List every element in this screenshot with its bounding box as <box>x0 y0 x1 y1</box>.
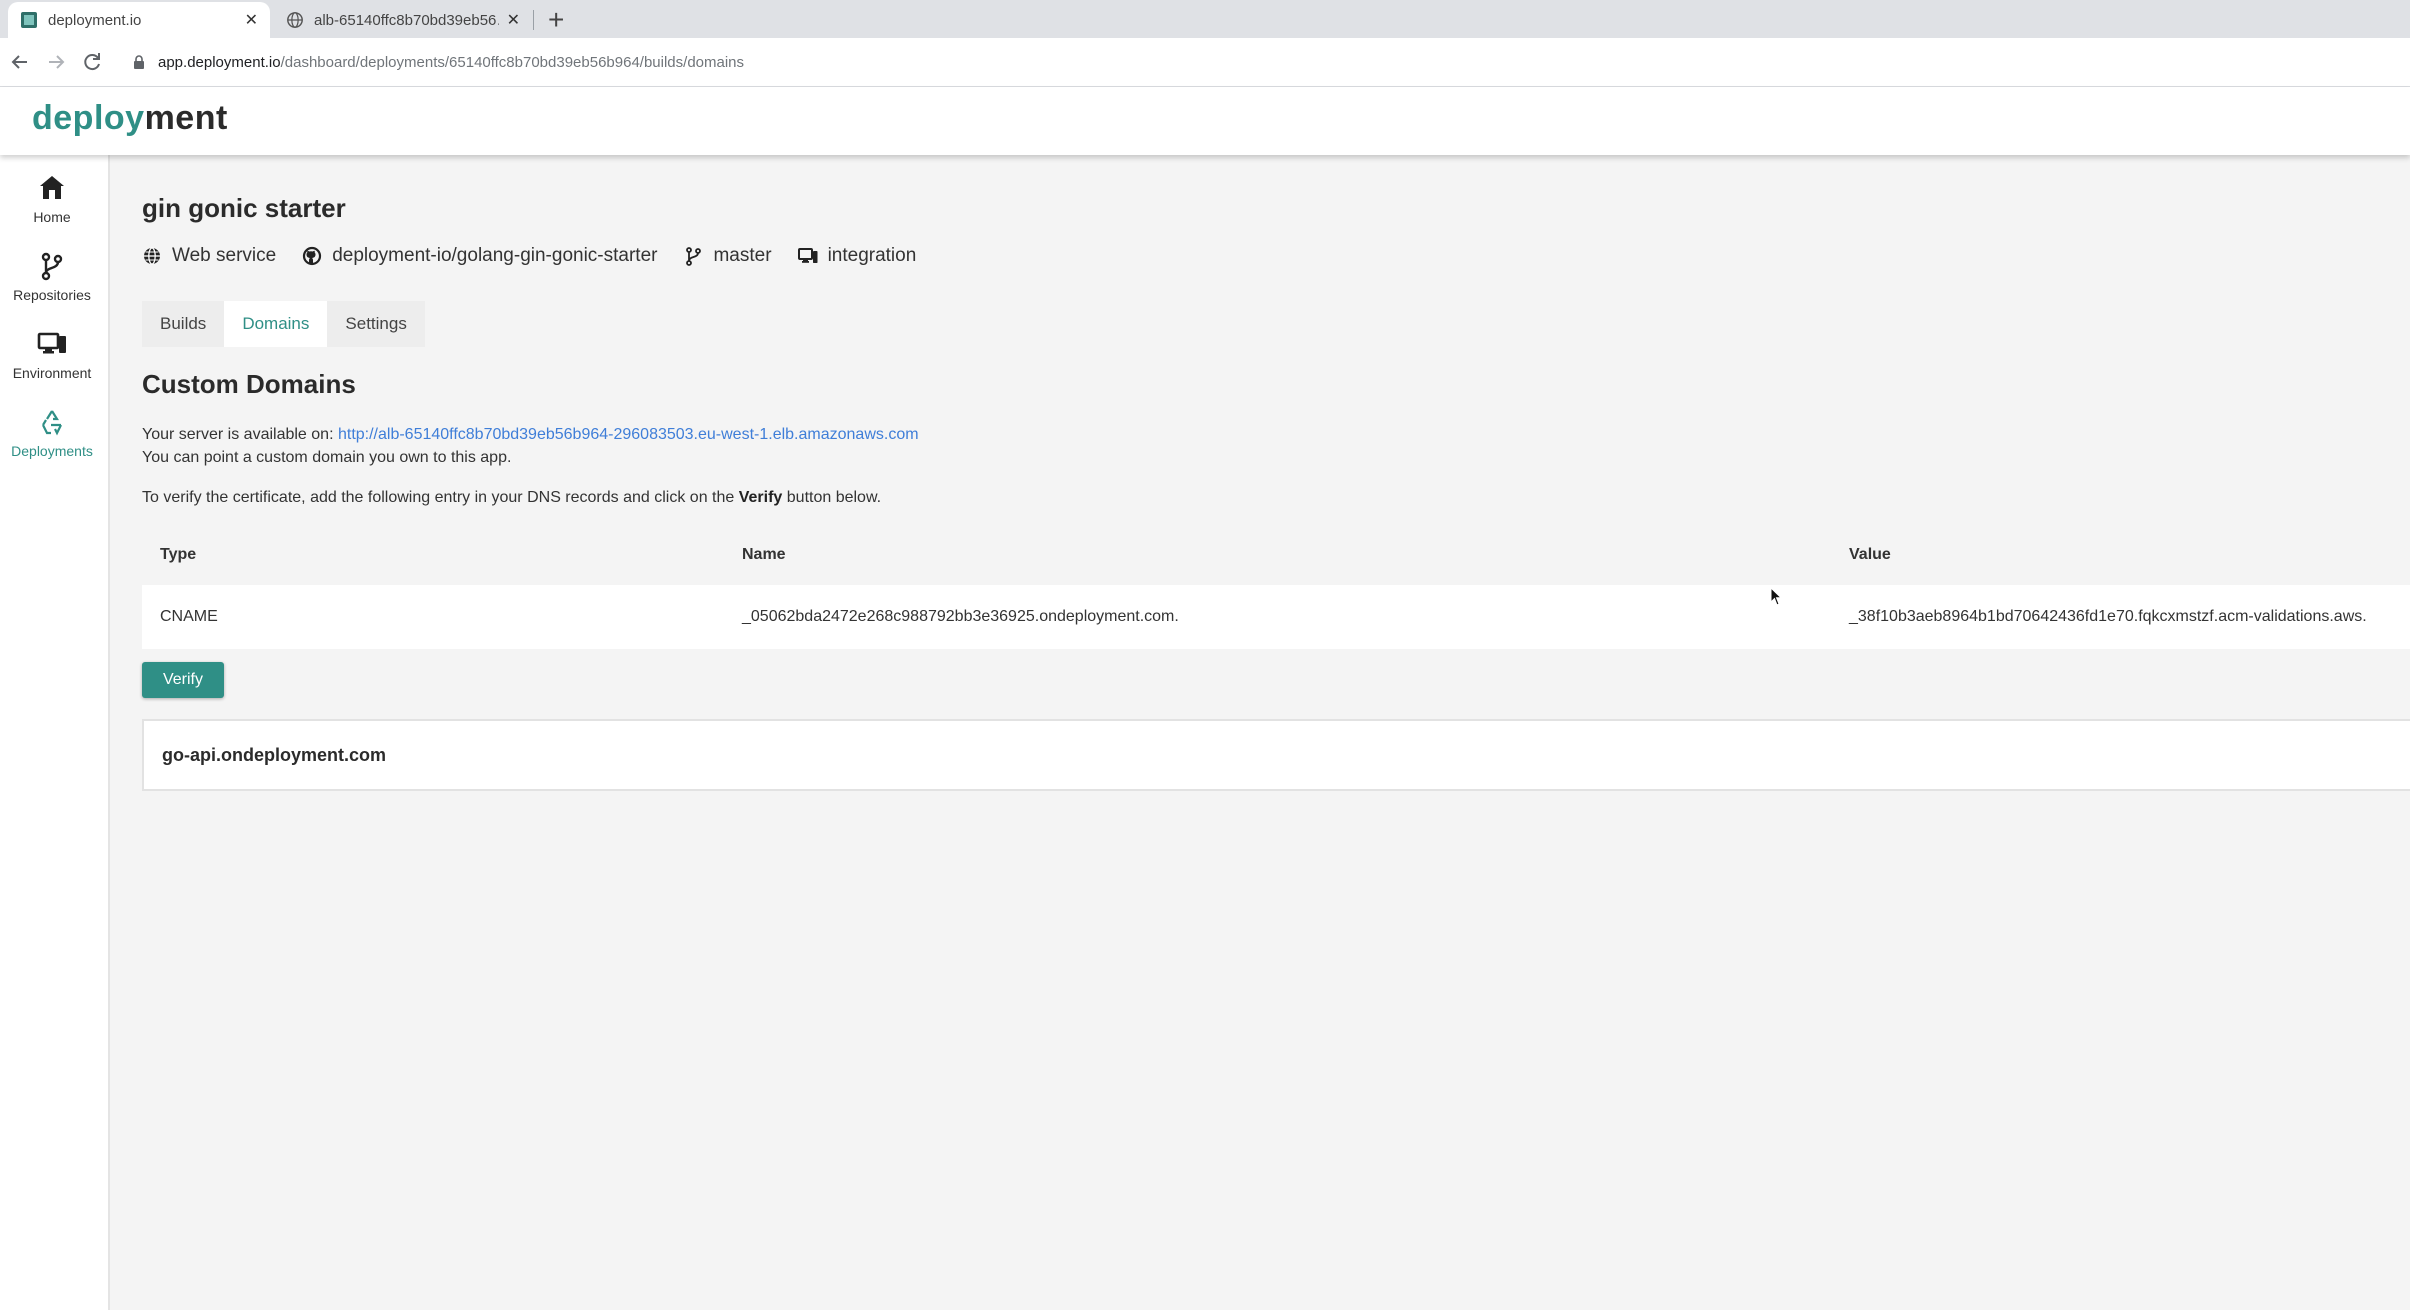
lock-icon <box>134 55 144 69</box>
sidebar-item-label: Deployments <box>11 443 93 459</box>
verify-instructions-bold: Verify <box>738 489 783 506</box>
table-header-row: Type Name Value <box>142 525 2410 585</box>
brand-part1: deploy <box>32 99 145 137</box>
deployment-favicon <box>21 12 37 28</box>
sidebar: Home Repositories Environment Deployment… <box>0 155 110 1310</box>
new-tab-button[interactable]: + <box>548 4 564 36</box>
cell-name: _05062bda2472e268c988792bb3e36925.ondepl… <box>724 585 1831 649</box>
tab-domains[interactable]: Domains <box>224 301 328 347</box>
git-branch-icon <box>686 247 702 266</box>
sidebar-item-environment[interactable]: Environment <box>0 329 104 397</box>
back-arrow-icon[interactable] <box>8 50 32 74</box>
project-meta: Web service deployment-io/golang-gin-gon… <box>142 241 942 271</box>
verify-instructions-suffix: button below. <box>782 489 882 506</box>
custom-domain-item[interactable]: go-api.ondeployment.com <box>142 719 2410 791</box>
cell-value: _38f10b3aeb8964b1bd70642436fd1e70.fqkcxm… <box>1831 585 2410 649</box>
meta-branch: master <box>683 245 772 267</box>
globe-icon <box>144 247 160 265</box>
git-branch-icon <box>41 252 63 281</box>
meta-repository[interactable]: deployment-io/golang-gin-gonic-starter <box>302 245 657 267</box>
forward-arrow-icon[interactable] <box>44 50 68 74</box>
brand-logo[interactable]: deployment <box>32 99 228 138</box>
browser-tab-deployment[interactable]: deployment.io ✕ <box>8 2 270 38</box>
cell-type: CNAME <box>142 585 724 649</box>
reload-icon[interactable] <box>80 50 104 74</box>
sidebar-item-label: Home <box>33 209 71 225</box>
column-header-value: Value <box>1831 525 2410 585</box>
browser-tab-title: deployment.io <box>48 11 142 29</box>
devices-icon <box>37 332 66 354</box>
section-title: Custom Domains <box>142 369 356 399</box>
sidebar-item-label: Environment <box>12 365 92 381</box>
sidebar-item-label: Repositories <box>13 287 91 303</box>
browser-tab-bar: deployment.io ✕ alb-65140ffc8b70bd39eb56… <box>0 0 2410 38</box>
project-tabs: Builds Domains Settings <box>142 301 425 347</box>
meta-environment: integration <box>797 245 917 267</box>
table-row: CNAME _05062bda2472e268c988792bb3e36925.… <box>142 585 2410 649</box>
page-title: gin gonic starter <box>142 193 346 223</box>
meta-repository-text: deployment-io/golang-gin-gonic-starter <box>332 245 658 266</box>
browser-tab-title: alb-65140ffc8b70bd39eb56… <box>314 11 499 29</box>
tab-separator <box>533 10 534 30</box>
home-icon <box>40 176 64 199</box>
meta-service-type: Web service <box>142 245 276 267</box>
url-field[interactable]: app.deployment.io/dashboard/deployments/… <box>132 50 744 74</box>
url-path: /dashboard/deployments/65140ffc8b70bd39e… <box>280 53 745 71</box>
server-url-link[interactable]: http://alb-65140ffc8b70bd39eb56b964-2960… <box>338 426 919 443</box>
tab-builds[interactable]: Builds <box>142 301 225 347</box>
brand-part2: ment <box>144 99 228 137</box>
column-header-type: Type <box>142 525 724 585</box>
verify-instructions-prefix: To verify the certificate, add the follo… <box>142 489 739 506</box>
verify-instructions: To verify the certificate, add the follo… <box>142 489 881 507</box>
globe-icon <box>287 12 303 28</box>
mouse-cursor-icon <box>1770 587 1783 606</box>
sidebar-item-repositories[interactable]: Repositories <box>0 251 104 319</box>
sidebar-item-home[interactable]: Home <box>0 173 104 241</box>
devices-icon <box>797 248 818 263</box>
server-available-prefix: Your server is available on: <box>142 426 338 443</box>
meta-environment-text: integration <box>827 245 917 266</box>
verify-button[interactable]: Verify <box>142 662 224 698</box>
tab-settings[interactable]: Settings <box>327 301 425 347</box>
meta-branch-text: master <box>713 245 772 266</box>
close-tab-icon[interactable]: ✕ <box>507 10 520 30</box>
app-header: deployment <box>0 87 2410 155</box>
browser-tab-alb[interactable]: alb-65140ffc8b70bd39eb56… ✕ <box>274 2 532 38</box>
column-header-name: Name <box>724 525 1831 585</box>
address-bar: app.deployment.io/dashboard/deployments/… <box>0 38 2410 87</box>
main-content: gin gonic starter Web service deployment… <box>110 155 2410 1310</box>
recycle-icon <box>42 410 62 436</box>
server-available-line: Your server is available on: http://alb-… <box>142 423 919 446</box>
url-host: app.deployment.io <box>158 53 281 71</box>
sidebar-item-deployments[interactable]: Deployments <box>0 407 104 475</box>
close-tab-icon[interactable]: ✕ <box>245 10 258 30</box>
github-icon <box>303 246 322 266</box>
server-info: Your server is available on: http://alb-… <box>142 423 919 469</box>
dns-records-table: Type Name Value CNAME _05062bda2472e268c… <box>142 525 2410 649</box>
custom-domain-text: go-api.ondeployment.com <box>162 744 387 765</box>
meta-service-type-text: Web service <box>172 245 277 266</box>
point-domain-text: You can point a custom domain you own to… <box>142 449 512 466</box>
